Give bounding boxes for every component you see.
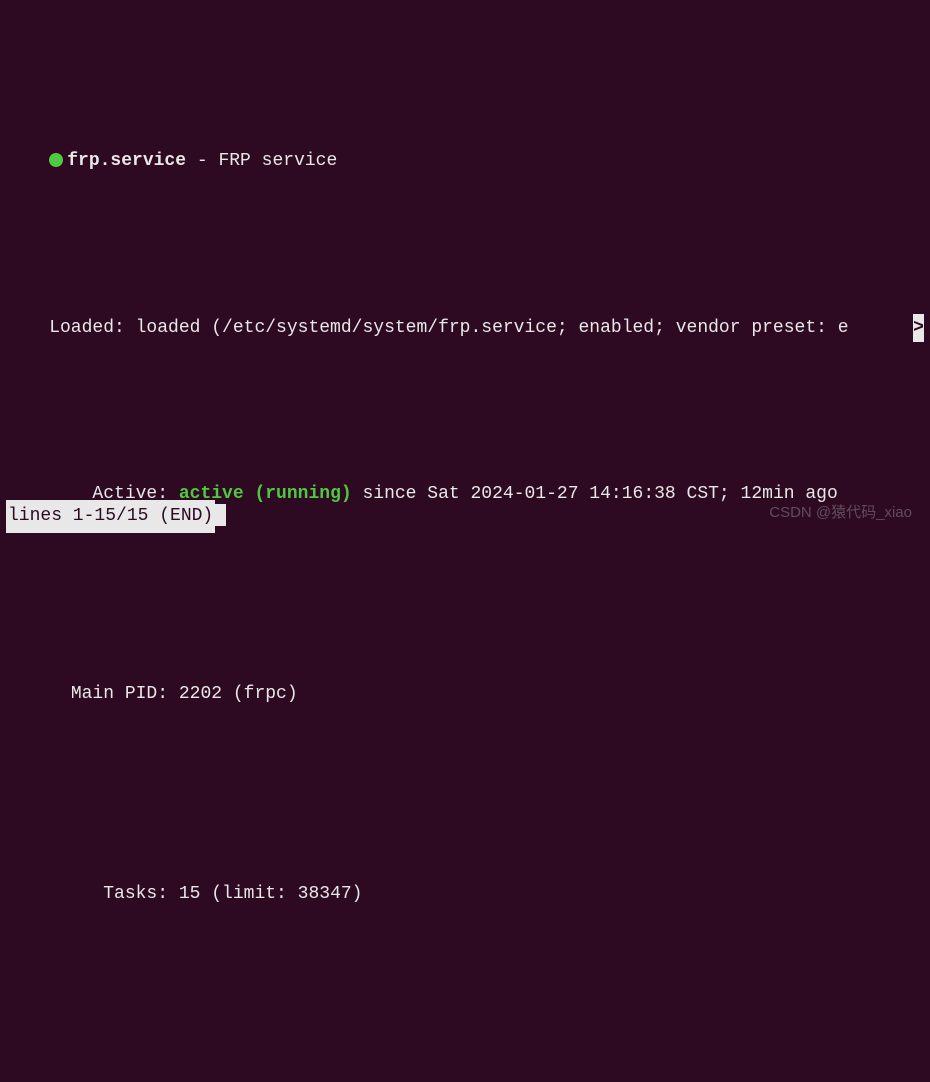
cursor-icon	[215, 504, 226, 526]
loaded-row: Loaded: loaded (/etc/systemd/system/frp.…	[6, 312, 924, 345]
mainpid-label: Main PID:	[49, 684, 179, 704]
loaded-label: Loaded:	[6, 318, 136, 338]
memory-row: Memory: 7.6M	[6, 1044, 924, 1082]
pager-status: lines 1-15/15 (END)	[6, 500, 215, 533]
service-desc: - FRP service	[186, 151, 337, 171]
tasks-row: Tasks: 15 (limit: 38347)	[6, 844, 924, 944]
tasks-value: 15 (limit: 38347)	[179, 884, 363, 904]
tasks-label: Tasks:	[49, 884, 179, 904]
overflow-indicator: >	[913, 314, 924, 343]
mainpid-row: Main PID: 2202 (frpc)	[6, 645, 924, 745]
pager-status-row: lines 1-15/15 (END)	[6, 500, 226, 533]
status-bullet-icon	[49, 153, 63, 167]
mainpid-value: 2202 (frpc)	[179, 684, 298, 704]
watermark: CSDN @猿代码_xiao	[769, 499, 912, 527]
active-rest: since Sat 2024-01-27 14:16:38 CST; 12min…	[352, 484, 838, 504]
service-name: frp.service	[67, 151, 186, 171]
terminal-output: frp.service - FRP service Loaded: loaded…	[6, 12, 924, 1082]
loaded-value: loaded (/etc/systemd/system/frp.service;…	[136, 318, 849, 338]
service-header-line: frp.service - FRP service	[6, 112, 924, 212]
